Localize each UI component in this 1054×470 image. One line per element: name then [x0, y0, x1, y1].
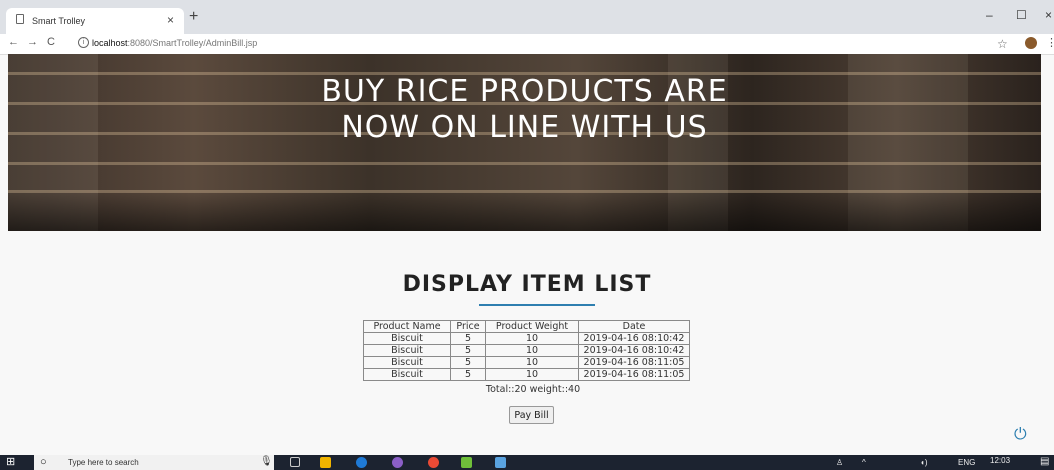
forward-icon[interactable]: → — [27, 36, 38, 48]
people-icon[interactable]: ♙ — [836, 458, 843, 467]
hero-shelf-line — [8, 162, 1041, 165]
cell-price: 5 — [450, 368, 486, 381]
chrome-icon[interactable] — [428, 457, 439, 468]
cell-date: 2019-04-16 08:11:05 — [578, 356, 690, 369]
ide-icon[interactable] — [461, 457, 472, 468]
browser-tab[interactable]: Smart Trolley × — [6, 8, 184, 34]
url-field[interactable]: localhost:8080/SmartTrolley/AdminBill.js… — [92, 38, 257, 48]
cell-price: 5 — [450, 332, 486, 345]
file-explorer-icon[interactable] — [320, 457, 331, 468]
cell-date: 2019-04-16 08:10:42 — [578, 332, 690, 345]
back-icon[interactable]: ← — [8, 36, 19, 48]
title-underline — [479, 304, 595, 306]
hero-heading: BUY RICE PRODUCTS ARE NOW ON LINE WITH U… — [8, 74, 1041, 146]
bookmark-star-icon[interactable]: ☆ — [997, 37, 1008, 51]
browser-tab-bar: Smart Trolley × + – ☐ × — [0, 0, 1054, 34]
notification-icon[interactable]: ▤ — [1040, 456, 1049, 467]
cell-date: 2019-04-16 08:10:42 — [578, 344, 690, 357]
page-title: DISPLAY ITEM LIST — [402, 272, 652, 297]
minimize-button[interactable]: – — [986, 8, 993, 22]
cell-price: 5 — [450, 344, 486, 357]
taskbar-search[interactable]: ○ Type here to search 🎙 — [34, 455, 274, 470]
url-host: localhost — [92, 38, 128, 48]
tab-title: Smart Trolley — [32, 16, 86, 26]
hero-banner: BUY RICE PRODUCTS ARE NOW ON LINE WITH U… — [8, 54, 1041, 231]
menu-icon[interactable]: ⋮ — [1046, 36, 1054, 49]
store-icon[interactable] — [495, 457, 506, 468]
language-indicator[interactable]: ENG — [958, 458, 975, 467]
scroll-top-icon[interactable]: ⏻ — [1014, 426, 1027, 444]
table-row: Biscuit 5 10 2019-04-16 08:10:42 — [363, 332, 690, 345]
task-view-icon[interactable] — [290, 457, 300, 467]
address-bar: ← → C i localhost:8080/SmartTrolley/Admi… — [0, 34, 1054, 55]
hero-line-1: BUY RICE PRODUCTS ARE — [321, 74, 728, 109]
page-icon — [16, 14, 24, 24]
search-icon: ○ — [40, 456, 47, 468]
table-header-row: Product Name Price Product Weight Date — [363, 320, 690, 333]
tray-chevron-icon[interactable]: ^ — [862, 458, 866, 467]
cell-weight: 10 — [485, 368, 579, 381]
item-table: Product Name Price Product Weight Date B… — [363, 320, 690, 381]
cell-weight: 10 — [485, 356, 579, 369]
col-price: Price — [450, 320, 486, 333]
col-date: Date — [578, 320, 690, 333]
cell-date: 2019-04-16 08:11:05 — [578, 368, 690, 381]
cell-weight: 10 — [485, 332, 579, 345]
total-summary: Total::20 weight::40 — [485, 384, 581, 395]
url-path: :8080/SmartTrolley/AdminBill.jsp — [127, 38, 258, 48]
new-tab-button[interactable]: + — [189, 8, 198, 26]
cell-weight: 10 — [485, 344, 579, 357]
tab-close-icon[interactable]: × — [167, 13, 174, 27]
windows-start-icon[interactable]: ⊞ — [6, 457, 17, 468]
col-product-weight: Product Weight — [485, 320, 579, 333]
pay-bill-button[interactable]: Pay Bill — [509, 406, 554, 424]
reload-icon[interactable]: C — [47, 36, 55, 48]
table-row: Biscuit 5 10 2019-04-16 08:11:05 — [363, 368, 690, 381]
cell-product-name: Biscuit — [363, 356, 451, 369]
taskbar: ⊞ ○ Type here to search 🎙 ♙ ^ ◖) ENG 12:… — [0, 455, 1054, 470]
search-placeholder: Type here to search — [68, 458, 139, 467]
cell-product-name: Biscuit — [363, 368, 451, 381]
table-row: Biscuit 5 10 2019-04-16 08:10:42 — [363, 344, 690, 357]
edge-icon[interactable] — [356, 457, 367, 468]
window-close-button[interactable]: × — [1045, 8, 1052, 22]
hero-shade — [8, 191, 1041, 231]
cell-price: 5 — [450, 356, 486, 369]
maximize-button[interactable]: ☐ — [1016, 8, 1027, 22]
volume-icon[interactable]: ◖) — [920, 458, 928, 467]
cell-product-name: Biscuit — [363, 344, 451, 357]
profile-avatar[interactable] — [1025, 37, 1037, 49]
table-row: Biscuit 5 10 2019-04-16 08:11:05 — [363, 356, 690, 369]
clock[interactable]: 12:03 — [990, 456, 1010, 465]
col-product-name: Product Name — [363, 320, 451, 333]
info-icon[interactable]: i — [78, 37, 89, 48]
app-icon[interactable] — [392, 457, 403, 468]
cell-product-name: Biscuit — [363, 332, 451, 345]
hero-line-2: NOW ON LINE WITH US — [341, 110, 708, 145]
microphone-icon[interactable]: 🎙 — [260, 456, 273, 467]
